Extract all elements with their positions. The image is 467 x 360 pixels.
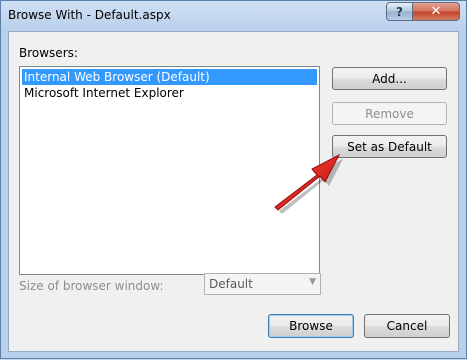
- cancel-button-label: Cancel: [386, 319, 428, 333]
- add-button[interactable]: Add...: [332, 67, 447, 90]
- list-item-label: Internal Web Browser (Default): [24, 70, 210, 84]
- close-button[interactable]: ✕: [412, 2, 460, 21]
- title-bar[interactable]: Browse With - Default.aspx ? ✕: [1, 1, 466, 31]
- remove-button-label: Remove: [365, 106, 414, 121]
- help-button[interactable]: ?: [386, 2, 413, 21]
- browse-button[interactable]: Browse: [268, 314, 354, 338]
- browse-button-label: Browse: [289, 319, 333, 333]
- browser-size-value: Default: [209, 277, 253, 291]
- browsers-listbox[interactable]: Internal Web Browser (Default) Microsoft…: [19, 66, 320, 275]
- set-as-default-button-label: Set as Default: [347, 139, 432, 154]
- browsers-label: Browsers:: [19, 46, 78, 60]
- browser-size-label: Size of browser window:: [19, 279, 164, 293]
- chevron-down-icon: ▼: [309, 277, 316, 287]
- browser-item-ie[interactable]: Microsoft Internet Explorer: [22, 85, 317, 101]
- close-icon: ✕: [430, 4, 442, 19]
- add-button-label: Add...: [372, 71, 407, 86]
- window-title: Browse With - Default.aspx: [8, 8, 171, 22]
- browser-item-internal[interactable]: Internal Web Browser (Default): [22, 69, 317, 85]
- help-icon: ?: [396, 4, 403, 19]
- remove-button[interactable]: Remove: [332, 102, 447, 125]
- set-as-default-button[interactable]: Set as Default: [332, 135, 447, 158]
- cancel-button[interactable]: Cancel: [364, 314, 450, 338]
- dialog-body: Browsers: Internal Web Browser (Default)…: [8, 31, 459, 352]
- browser-size-select[interactable]: Default ▼: [204, 273, 321, 295]
- browse-with-dialog: Browse With - Default.aspx ? ✕ Browsers:…: [0, 0, 467, 359]
- list-item-label: Microsoft Internet Explorer: [24, 86, 184, 100]
